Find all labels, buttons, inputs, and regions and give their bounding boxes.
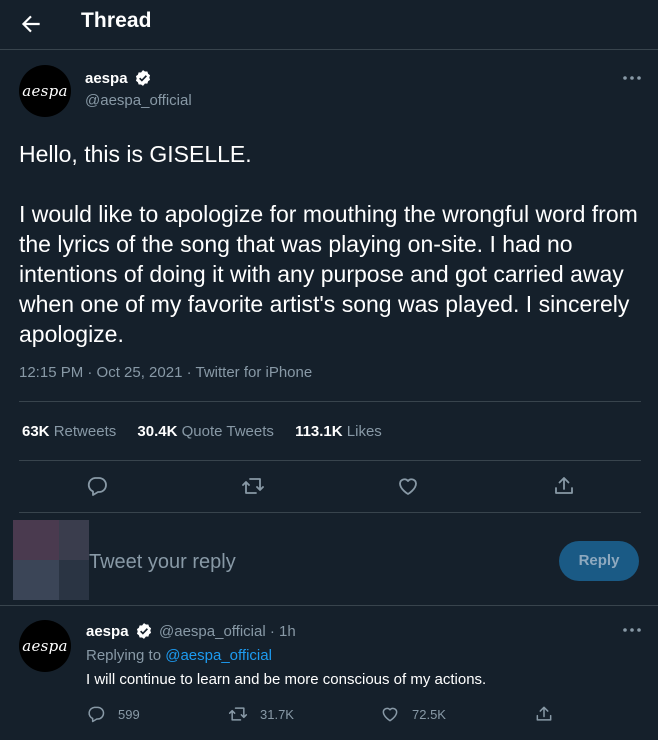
tweet-meta: 12:15 PM · Oct 25, 2021 · Twitter for iP… — [19, 364, 313, 381]
retweet-icon — [228, 707, 248, 721]
reply-count: 599 — [118, 707, 140, 722]
like-icon — [382, 707, 398, 722]
share-icon[interactable] — [552, 474, 576, 498]
retweets-stat[interactable]: 63K Retweets — [22, 423, 116, 440]
like-action[interactable]: 72.5K — [380, 704, 480, 724]
page-title: Thread — [81, 9, 152, 32]
reply-input[interactable]: Tweet your reply — [89, 551, 236, 574]
like-icon[interactable] — [396, 474, 420, 498]
likes-stat[interactable]: 113.1K Likes — [295, 423, 382, 440]
avatar[interactable]: aespa — [19, 65, 71, 117]
back-arrow-icon[interactable] — [18, 11, 44, 37]
retweet-icon[interactable] — [241, 474, 265, 498]
avatar-logo-text: aespa — [22, 82, 68, 100]
reply-composer: Tweet your reply Reply — [0, 513, 658, 605]
avatar-logo-text: aespa — [22, 637, 68, 655]
reply-icon — [88, 706, 105, 723]
retweet-count: 31.7K — [260, 707, 294, 722]
verified-badge-icon — [136, 623, 152, 639]
reply-handle-time[interactable]: @aespa_official · 1h — [159, 623, 296, 640]
tweet-stats: 63K Retweets 30.4K Quote Tweets 113.1K L… — [22, 423, 399, 440]
verified-badge-icon — [135, 70, 151, 86]
more-icon[interactable] — [622, 627, 642, 633]
author-name[interactable]: aespa — [85, 70, 128, 87]
reply-action[interactable]: 599 — [86, 704, 176, 724]
tweet-text: Hello, this is GISELLE. I would like to … — [19, 141, 638, 347]
divider — [19, 401, 641, 402]
share-action[interactable] — [534, 704, 554, 724]
divider — [0, 605, 658, 606]
share-icon — [536, 706, 552, 721]
more-icon[interactable] — [622, 75, 642, 81]
reply-button[interactable]: Reply — [559, 541, 639, 581]
reply-avatar[interactable]: aespa — [19, 620, 71, 672]
user-avatar[interactable] — [13, 520, 89, 600]
reply-text: I will continue to learn and be more con… — [86, 671, 487, 688]
reply-author-name[interactable]: aespa — [86, 623, 129, 640]
like-count: 72.5K — [412, 707, 446, 722]
retweet-action[interactable]: 31.7K — [228, 704, 328, 724]
replying-to-link[interactable]: @aespa_official — [165, 647, 272, 664]
replying-to: Replying to @aespa_official — [86, 647, 272, 664]
thread-header: Thread — [0, 0, 658, 50]
divider — [19, 460, 641, 461]
author-handle[interactable]: @aespa_official — [85, 92, 192, 109]
reply-icon[interactable] — [85, 474, 109, 498]
quote-tweets-stat[interactable]: 30.4K Quote Tweets — [137, 423, 273, 440]
